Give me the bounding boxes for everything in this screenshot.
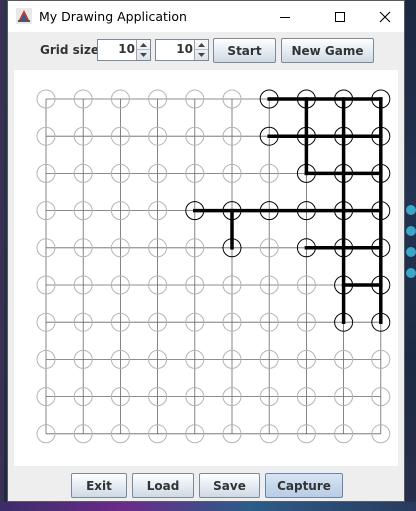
drawing-canvas[interactable] <box>14 70 398 466</box>
app-window: My Drawing Application Grid size: 10 10 … <box>7 0 405 502</box>
exit-button[interactable]: Exit <box>71 473 127 498</box>
load-button[interactable]: Load <box>132 473 194 498</box>
chevron-down-icon <box>198 53 205 57</box>
grid-cols-spinner[interactable]: 10 <box>155 39 209 61</box>
desktop-icon <box>406 247 416 257</box>
chevron-up-icon <box>140 42 147 47</box>
grid-cols-value[interactable]: 10 <box>176 42 193 56</box>
desktop-icon <box>406 226 416 236</box>
chevron-up-icon <box>198 42 205 47</box>
spinner-down-button[interactable] <box>195 50 208 60</box>
close-icon <box>379 11 390 22</box>
desktop-taskbar-edge <box>0 502 416 511</box>
grid-size-label: Grid size: <box>40 43 104 57</box>
desktop-icon <box>406 268 416 278</box>
game-board[interactable] <box>14 70 398 466</box>
window-title: My Drawing Application <box>39 9 187 24</box>
toolbar: Grid size: 10 10 Start New Game <box>8 32 404 68</box>
minimize-button[interactable] <box>262 1 307 32</box>
grid-rows-spinner[interactable]: 10 <box>97 39 151 61</box>
spinner-up-button[interactable] <box>137 40 150 50</box>
close-button[interactable] <box>362 1 407 32</box>
save-button[interactable]: Save <box>199 473 260 498</box>
spinner-arrows <box>136 40 150 60</box>
desktop-icon <box>406 205 416 215</box>
maximize-button[interactable] <box>317 1 362 32</box>
java-app-icon <box>16 8 32 24</box>
minimize-icon <box>279 16 290 18</box>
maximize-icon <box>334 11 345 22</box>
chevron-down-icon <box>140 53 147 57</box>
title-bar[interactable]: My Drawing Application <box>8 1 404 32</box>
grid-rows-value[interactable]: 10 <box>118 42 135 56</box>
spinner-down-button[interactable] <box>137 50 150 60</box>
bottom-bar: Exit Load Save Capture <box>8 468 404 501</box>
new-game-button[interactable]: New Game <box>281 38 374 63</box>
capture-button[interactable]: Capture <box>265 473 343 498</box>
spinner-arrows <box>194 40 208 60</box>
spinner-up-button[interactable] <box>195 40 208 50</box>
start-button[interactable]: Start <box>213 38 276 63</box>
